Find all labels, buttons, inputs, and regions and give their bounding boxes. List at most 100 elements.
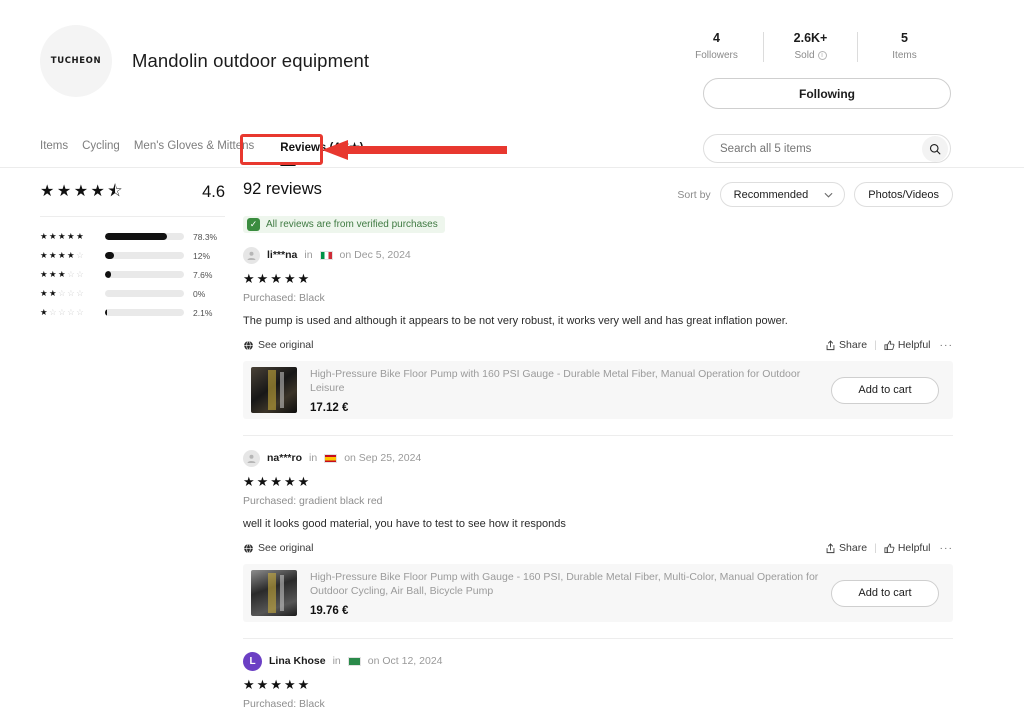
globe-icon bbox=[244, 543, 253, 553]
shop-header: TUCHEON Mandolin outdoor equipment 4 Fol… bbox=[0, 0, 1024, 128]
review-item: L Lina Khose in on Oct 12, 2024 ★★★★★ Pu… bbox=[243, 639, 953, 718]
shop-identity: TUCHEON Mandolin outdoor equipment bbox=[40, 25, 369, 97]
photos-videos-filter-button[interactable]: Photos/Videos bbox=[854, 182, 953, 207]
action-separator: | bbox=[874, 339, 877, 351]
tab-items[interactable]: Items bbox=[40, 131, 82, 152]
info-icon[interactable]: i bbox=[817, 51, 827, 60]
search-button[interactable] bbox=[922, 135, 948, 162]
rating-bar-stars-icon: ★★★★☆ bbox=[40, 250, 86, 260]
rating-bar-stars-icon: ★☆☆☆☆ bbox=[40, 307, 86, 317]
search-input[interactable] bbox=[704, 142, 922, 155]
rating-divider bbox=[40, 216, 225, 217]
helpful-button[interactable]: Helpful bbox=[884, 339, 931, 351]
sold-value: 2.6K+ bbox=[793, 31, 828, 45]
review-action-buttons: Share | Helpful ··· bbox=[825, 339, 953, 351]
reviewed-product-card[interactable]: High-Pressure Bike Floor Pump with 160 P… bbox=[243, 361, 953, 419]
share-button[interactable]: Share bbox=[825, 542, 867, 554]
reviews-header: 92 reviews Sort by Recommended Photos/Vi… bbox=[243, 180, 953, 207]
helpful-button[interactable]: Helpful bbox=[884, 542, 931, 554]
rating-bar-stars-icon: ★★★★★ bbox=[40, 231, 86, 241]
review-date: on Oct 12, 2024 bbox=[367, 655, 443, 667]
action-separator: | bbox=[874, 542, 877, 554]
thumbs-up-icon bbox=[884, 543, 895, 553]
see-original-label: See original bbox=[258, 339, 314, 351]
review-action-buttons: Share | Helpful ··· bbox=[825, 542, 953, 554]
rating-bar-stars-icon: ★★☆☆☆ bbox=[40, 288, 86, 298]
product-title: High-Pressure Bike Floor Pump with Gauge… bbox=[310, 570, 819, 597]
reviewer-name: Lina Khose bbox=[269, 655, 326, 667]
tab-cycling[interactable]: Cycling bbox=[82, 131, 134, 152]
add-to-cart-button[interactable]: Add to cart bbox=[831, 579, 939, 607]
reviewed-product-card[interactable]: High-Pressure Bike Floor Pump with Gauge… bbox=[243, 564, 953, 622]
active-tab-indicator bbox=[280, 163, 297, 166]
review-item: na***ro in on Sep 25, 2024 ★★★★★ Purchas… bbox=[243, 436, 953, 639]
sort-dropdown[interactable]: Recommended bbox=[719, 182, 846, 207]
product-title: High-Pressure Bike Floor Pump with 160 P… bbox=[310, 367, 801, 394]
tab-reviews[interactable]: Reviews (4.6★) bbox=[268, 131, 377, 166]
country-flag-icon bbox=[319, 250, 333, 260]
rating-bar-row[interactable]: ★★★★☆ 12% bbox=[40, 246, 225, 265]
rating-breakdown-list: ★★★★★ 78.3% ★★★★☆ 12% ★★★☆☆ 7.6% ★★☆☆☆ 0% ★☆☆☆☆ 2… bbox=[40, 227, 225, 322]
stat-followers[interactable]: 4 Followers bbox=[670, 30, 763, 63]
share-label: Share bbox=[839, 542, 868, 554]
sold-label: Sold i bbox=[764, 48, 857, 63]
reviews-count-title: 92 reviews bbox=[243, 180, 322, 198]
rating-bar-track bbox=[105, 252, 184, 259]
share-icon bbox=[826, 542, 835, 553]
rating-overall: ★★★★⯪ 4.6 bbox=[40, 182, 225, 202]
rating-bar-percent: 0% bbox=[193, 288, 206, 299]
review-rating-stars-icon: ★★★★★ bbox=[243, 677, 312, 692]
sort-dropdown-value: Recommended bbox=[733, 188, 809, 201]
stat-items[interactable]: 5 Items bbox=[858, 30, 951, 63]
chevron-down-icon bbox=[824, 192, 833, 198]
rating-summary-panel: ★★★★⯪ 4.6 ★★★★★ 78.3% ★★★★☆ 12% ★★★☆☆ 7.6% ★★☆… bbox=[40, 182, 225, 322]
following-button[interactable]: Following bbox=[703, 78, 951, 109]
rating-bar-row[interactable]: ★☆☆☆☆ 2.1% bbox=[40, 303, 225, 322]
review-meta: L Lina Khose in on Oct 12, 2024 bbox=[243, 651, 953, 671]
reviewer-avatar: L bbox=[243, 651, 262, 671]
review-purchased-variant: Purchased: Black bbox=[243, 698, 325, 710]
shop-name: Mandolin outdoor equipment bbox=[132, 50, 370, 71]
product-thumbnail-detail bbox=[268, 572, 276, 614]
review-actions: See original Share | Helpful ··· bbox=[243, 542, 953, 554]
shop-reviews-page: TUCHEON Mandolin outdoor equipment 4 Fol… bbox=[0, 0, 1024, 718]
search-bar[interactable] bbox=[703, 134, 951, 163]
product-info: High-Pressure Bike Floor Pump with 160 P… bbox=[297, 367, 831, 414]
tab-mens-gloves-mittens[interactable]: Men's Gloves & Mittens bbox=[134, 131, 268, 152]
rating-bar-track bbox=[105, 309, 184, 316]
product-thumbnail-detail bbox=[268, 369, 276, 411]
country-flag-icon bbox=[324, 453, 338, 463]
globe-icon bbox=[244, 340, 253, 350]
reviewer-name: na***ro bbox=[267, 452, 303, 464]
more-options-button[interactable]: ··· bbox=[938, 542, 954, 554]
rating-bar-percent: 12% bbox=[193, 250, 211, 261]
rating-bar-row[interactable]: ★★★☆☆ 7.6% bbox=[40, 265, 225, 284]
reviewer-avatar bbox=[243, 449, 260, 467]
see-original-button[interactable]: See original bbox=[243, 339, 313, 351]
user-avatar-icon bbox=[247, 454, 256, 463]
rating-bar-row[interactable]: ★★★★★ 78.3% bbox=[40, 227, 225, 246]
add-to-cart-button[interactable]: Add to cart bbox=[831, 376, 939, 404]
shop-logo-avatar: TUCHEON bbox=[40, 25, 112, 97]
review-item: li***na in on Dec 5, 2024 ★★★★★ Purchase… bbox=[243, 233, 953, 436]
share-button[interactable]: Share bbox=[825, 339, 867, 351]
reviews-column: 92 reviews Sort by Recommended Photos/Vi… bbox=[243, 180, 953, 718]
helpful-label: Helpful bbox=[897, 542, 931, 554]
rating-bar-row[interactable]: ★★☆☆☆ 0% bbox=[40, 284, 225, 303]
more-options-button[interactable]: ··· bbox=[938, 339, 954, 351]
rating-bar-fill bbox=[105, 252, 115, 259]
product-price: 19.76 € bbox=[310, 604, 349, 617]
reviewer-avatar bbox=[243, 246, 260, 264]
followers-value: 4 bbox=[713, 31, 720, 45]
verified-notice-text: All reviews are from verified purchases bbox=[266, 219, 438, 230]
review-in-word: in bbox=[304, 249, 313, 261]
overall-score: 4.6 bbox=[202, 182, 225, 201]
rating-bar-track bbox=[105, 290, 184, 297]
reviews-list: li***na in on Dec 5, 2024 ★★★★★ Purchase… bbox=[243, 233, 953, 718]
stat-sold[interactable]: 2.6K+ Sold i bbox=[764, 30, 857, 63]
review-in-word: in bbox=[332, 655, 341, 667]
overall-stars-icon: ★★★★⯪ bbox=[40, 183, 126, 200]
rating-bar-stars-icon: ★★★☆☆ bbox=[40, 269, 86, 279]
reviewer-name: li***na bbox=[267, 249, 298, 261]
see-original-button[interactable]: See original bbox=[243, 542, 313, 554]
